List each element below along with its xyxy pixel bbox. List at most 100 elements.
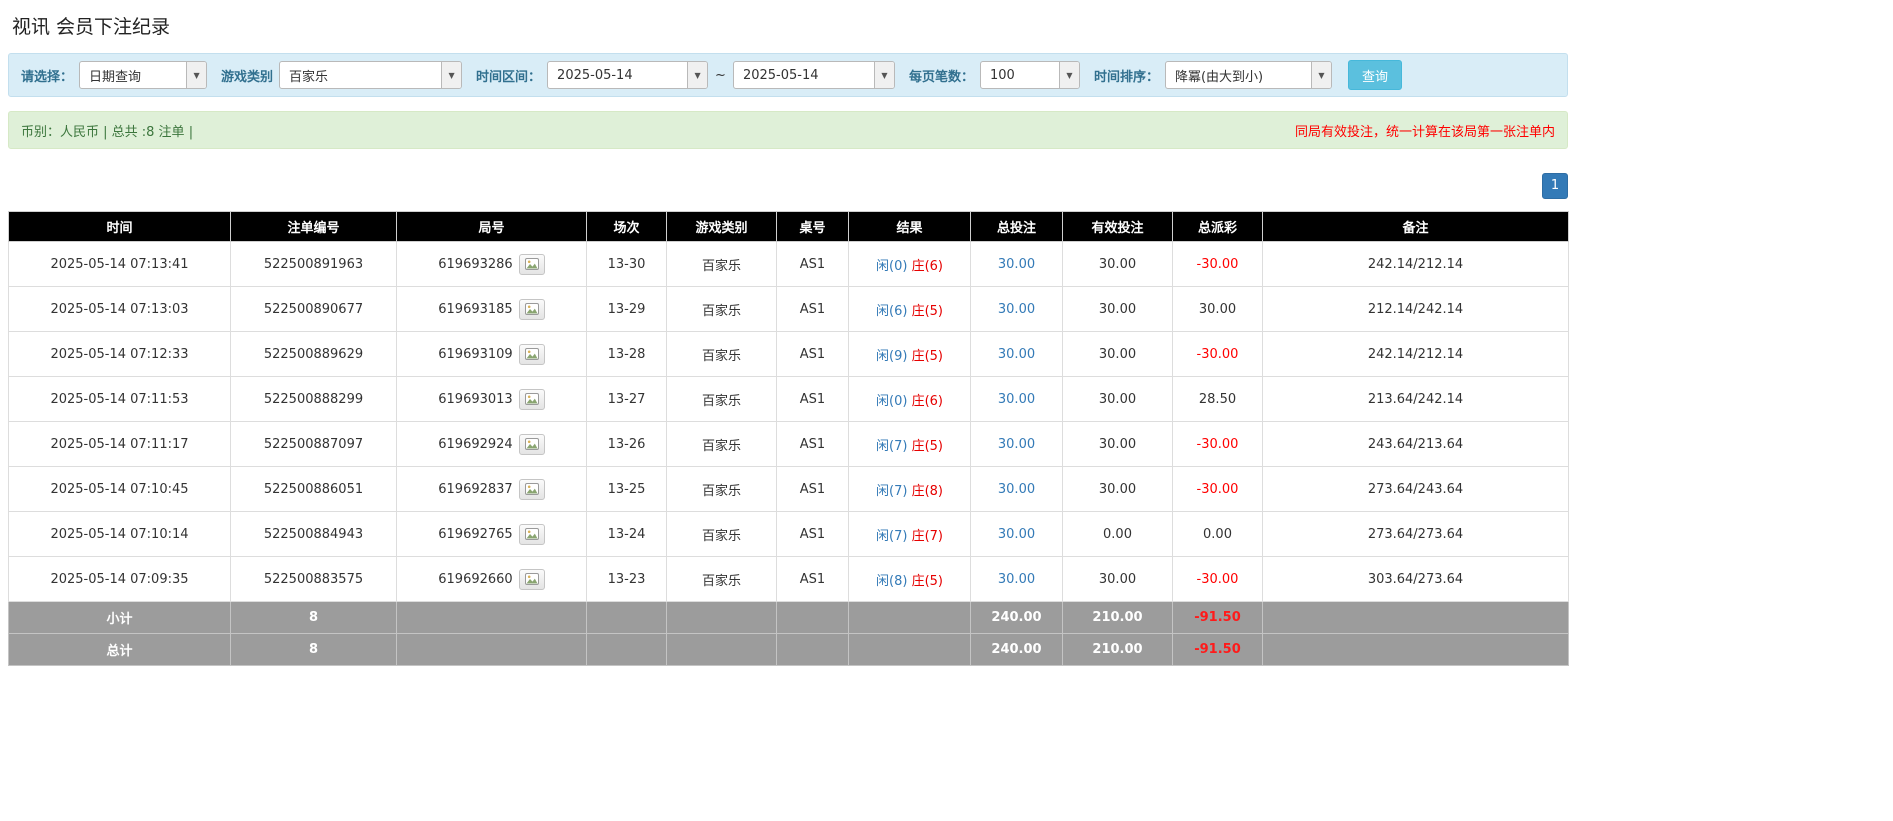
summary-label: 总计	[8, 633, 231, 666]
summary-valid-bet: 210.00	[1062, 633, 1173, 666]
replay-icon-button[interactable]	[518, 253, 545, 275]
cell-bet-id: 522500888299	[230, 376, 397, 422]
cell-game-type: 百家乐	[666, 421, 777, 467]
query-type-select[interactable]: 日期查询 ▼	[79, 61, 208, 89]
chevron-down-icon[interactable]: ▼	[687, 62, 708, 88]
cell-bet-id: 522500887097	[230, 421, 397, 467]
summary-payout: -91.50	[1172, 633, 1263, 666]
cell-table-no: AS1	[776, 331, 849, 377]
round-number: 619693286	[438, 256, 513, 272]
chevron-down-icon[interactable]: ▼	[873, 62, 894, 88]
page-size-select[interactable]: 100 ▼	[979, 61, 1080, 89]
cell-result: 闲(7) 庄(5)	[848, 421, 971, 467]
cell-table-no: AS1	[776, 376, 849, 422]
search-button[interactable]: 查询	[1347, 60, 1402, 90]
result-player: 闲(7)	[876, 438, 908, 454]
payout-value: 0.00	[1203, 526, 1232, 542]
cell-total-bet: 30.00	[970, 376, 1063, 422]
column-header: 注单编号	[230, 211, 397, 242]
chevron-down-icon[interactable]: ▼	[441, 62, 462, 88]
cell-table-no: AS1	[776, 286, 849, 332]
pagination: 1	[8, 173, 1568, 199]
summary-count: 8	[230, 601, 397, 634]
cell-valid-bet: 30.00	[1062, 421, 1173, 467]
total-bet-link[interactable]: 30.00	[998, 392, 1035, 407]
game-type-select[interactable]: 百家乐 ▼	[279, 61, 463, 89]
column-header: 局号	[396, 211, 587, 242]
cell-table-no: AS1	[776, 556, 849, 602]
cell-time: 2025-05-14 07:12:33	[8, 331, 231, 377]
cell-note: 303.64/273.64	[1262, 556, 1569, 602]
cell-valid-bet: 30.00	[1062, 556, 1173, 602]
table-row: 2025-05-14 07:10:45 522500886051 619692837…	[8, 466, 1569, 512]
summary-payout: -91.50	[1172, 601, 1263, 634]
column-header: 备注	[1262, 211, 1569, 242]
replay-icon-button[interactable]	[518, 388, 545, 410]
result-player: 闲(0)	[876, 258, 908, 274]
replay-icon-button[interactable]	[518, 298, 545, 320]
total-bet-link[interactable]: 30.00	[998, 527, 1035, 542]
table-row: 2025-05-14 07:13:41 522500891963 619693286…	[8, 241, 1569, 287]
summary-valid-bet: 210.00	[1062, 601, 1173, 634]
chevron-down-icon[interactable]: ▼	[1058, 62, 1079, 88]
summary-label: 小计	[8, 601, 231, 634]
query-type-value: 日期查询	[89, 69, 142, 85]
replay-icon-button[interactable]	[518, 523, 545, 545]
cell-round-id: 619692837	[396, 466, 587, 512]
table-row: 2025-05-14 07:13:03 522500890677 619693185…	[8, 286, 1569, 332]
cell-session: 13-26	[586, 421, 667, 467]
column-header: 总投注	[970, 211, 1063, 242]
total-bet-link[interactable]: 30.00	[998, 347, 1035, 362]
total-bet-link[interactable]: 30.00	[998, 572, 1035, 587]
round-number: 619692837	[438, 481, 513, 497]
cell-bet-id: 522500883575	[230, 556, 397, 602]
round-number: 619693013	[438, 391, 513, 407]
sort-order-select[interactable]: 降冪(由大到小) ▼	[1164, 61, 1332, 89]
replay-icon-button[interactable]	[518, 343, 545, 365]
cell-bet-id: 522500891963	[230, 241, 397, 287]
date-from-value: 2025-05-14	[557, 67, 633, 83]
column-header: 总派彩	[1172, 211, 1263, 242]
cell-total-bet: 30.00	[970, 241, 1063, 287]
total-bet-link[interactable]: 30.00	[998, 302, 1035, 317]
page-size-value: 100	[989, 67, 1015, 83]
cell-total-bet: 30.00	[970, 466, 1063, 512]
cell-note: 273.64/243.64	[1262, 466, 1569, 512]
page-title: 视讯 会员下注纪录	[12, 16, 171, 38]
date-to-select[interactable]: 2025-05-14 ▼	[732, 61, 895, 89]
sort-order-label: 时间排序：	[1093, 69, 1159, 85]
summary-total-bet: 240.00	[970, 633, 1063, 666]
page-1-button[interactable]: 1	[1542, 173, 1568, 199]
date-from-select[interactable]: 2025-05-14 ▼	[547, 61, 709, 89]
chevron-down-icon[interactable]: ▼	[1310, 62, 1331, 88]
chevron-down-icon[interactable]: ▼	[186, 62, 207, 88]
payout-value: -30.00	[1196, 436, 1239, 452]
total-bet-link[interactable]: 30.00	[998, 437, 1035, 452]
cell-time: 2025-05-14 07:10:14	[8, 511, 231, 557]
result-banker: 庄(6)	[911, 393, 943, 409]
replay-icon-button[interactable]	[518, 568, 545, 590]
cell-result: 闲(7) 庄(8)	[848, 466, 971, 512]
cell-note: 242.14/212.14	[1262, 241, 1569, 287]
total-bet-link[interactable]: 30.00	[998, 482, 1035, 497]
cell-session: 13-30	[586, 241, 667, 287]
summary-count: 8	[230, 633, 397, 666]
cell-valid-bet: 30.00	[1062, 331, 1173, 377]
total-bet-link[interactable]: 30.00	[998, 257, 1035, 272]
table-row: 2025-05-14 07:09:35 522500883575 619692660…	[8, 556, 1569, 602]
cell-session: 13-23	[586, 556, 667, 602]
cell-time: 2025-05-14 07:13:03	[8, 286, 231, 332]
replay-icon-button[interactable]	[518, 433, 545, 455]
cell-session: 13-24	[586, 511, 667, 557]
payout-value: -30.00	[1196, 571, 1239, 587]
result-player: 闲(7)	[876, 528, 908, 544]
result-banker: 庄(5)	[911, 348, 943, 364]
cell-game-type: 百家乐	[666, 286, 777, 332]
payout-value: -30.00	[1196, 256, 1239, 272]
replay-icon-button[interactable]	[518, 478, 545, 500]
cell-round-id: 619693185	[396, 286, 587, 332]
cell-total-bet: 30.00	[970, 511, 1063, 557]
replay-image-icon	[524, 483, 539, 495]
cell-session: 13-25	[586, 466, 667, 512]
cell-table-no: AS1	[776, 466, 849, 512]
